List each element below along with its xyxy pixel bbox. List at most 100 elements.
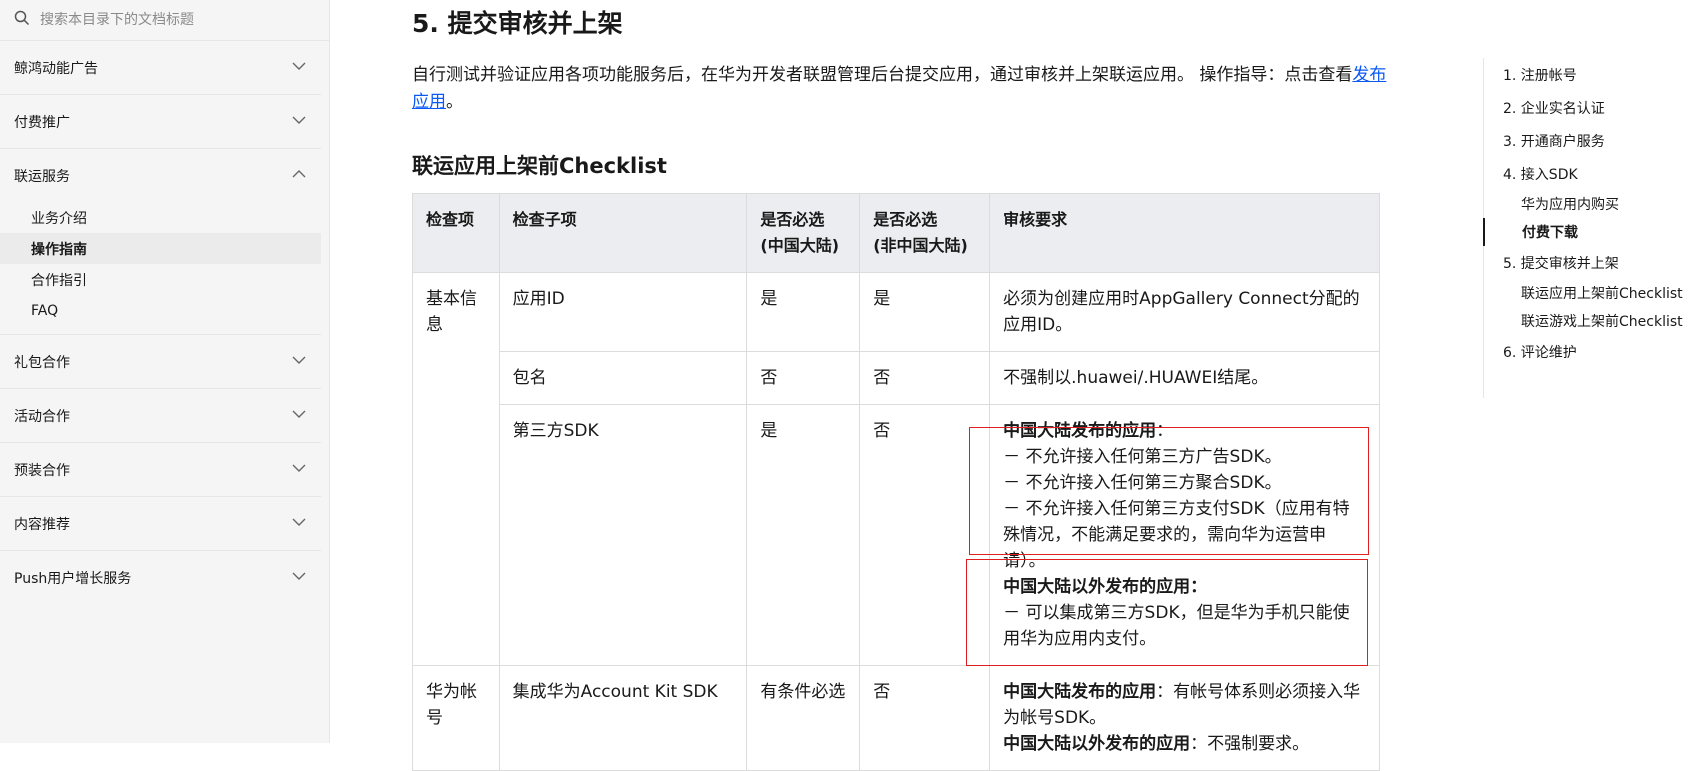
- sidebar-group-header[interactable]: 付费推广: [0, 95, 321, 148]
- table-row: 华为帐号 集成华为Account Kit SDK 有条件必选 否 中国大陆发布的…: [412, 665, 1380, 771]
- cell-non-cn: 是: [859, 272, 991, 352]
- req-cn-line: － 不允许接入任何第三方支付SDK（应用有特殊情况，不能满足要求的，需向华为运营…: [1003, 499, 1350, 571]
- header-required-non-cn-text: 是否必选 (非中国大陆): [873, 210, 968, 255]
- intro-text: 自行测试并验证应用各项功能服务后，在华为开发者联盟管理后台提交应用，通过审核并上…: [412, 65, 1353, 85]
- header-check-item: 检查项: [412, 193, 500, 273]
- table-row: 包名 否 否 不强制以.huawei/.HUAWEI结尾。: [413, 351, 1380, 405]
- sidebar-item-cooperation[interactable]: 合作指引: [0, 264, 321, 295]
- req-non-cn-title: 中国大陆以外发布的应用：: [1003, 577, 1208, 597]
- cell-non-cn: 否: [859, 404, 991, 666]
- sidebar-group-paid[interactable]: 付费推广: [0, 95, 321, 149]
- chevron-down-icon: [291, 568, 307, 588]
- req-cn-block: 中国大陆发布的应用： － 不允许接入任何第三方广告SDK。 － 不允许接入任何第…: [1003, 418, 1366, 574]
- page-title: 5. 提交审核并上架: [412, 9, 623, 38]
- cell-cn: 是: [746, 404, 861, 666]
- cell-req: 中国大陆发布的应用：有帐号体系则必须接入华为帐号SDK。 中国大陆以外发布的应用…: [989, 665, 1380, 771]
- sidebar-group-label: 预装合作: [14, 462, 70, 479]
- req-cn-title: 中国大陆发布的应用: [1003, 421, 1157, 441]
- intro-end: 。: [446, 92, 463, 112]
- header-sub-item: 检查子项: [498, 193, 748, 273]
- chevron-down-icon: [291, 514, 307, 534]
- toc-item-register[interactable]: 1. 注册帐号: [1484, 58, 1701, 91]
- sidebar-group-header[interactable]: 鲸鸿动能广告: [0, 41, 321, 94]
- cell-sub: 包名: [498, 351, 748, 405]
- sidebar-group-ad[interactable]: 鲸鸿动能广告: [0, 41, 321, 95]
- sidebar-group-label: 联运服务: [14, 168, 70, 185]
- toc-item-paid-download[interactable]: 付费下载: [1483, 218, 1701, 246]
- sidebar-group-label: 鲸鸿动能广告: [14, 60, 98, 77]
- toc-item-iap[interactable]: 华为应用内购买: [1484, 190, 1701, 218]
- sidebar-group-label: 活动合作: [14, 408, 70, 425]
- sidebar-item-guide[interactable]: 操作指南: [0, 233, 321, 264]
- chevron-down-icon: [291, 406, 307, 426]
- sidebar-group-gift[interactable]: 礼包合作: [0, 335, 321, 389]
- cell-cn: 有条件必选: [746, 665, 861, 771]
- intro-paragraph: 自行测试并验证应用各项功能服务后，在华为开发者联盟管理后台提交应用，通过审核并上…: [412, 62, 1387, 116]
- sidebar-group-activity[interactable]: 活动合作: [0, 389, 321, 443]
- header-required-non-cn: 是否必选 (非中国大陆): [859, 193, 991, 273]
- sidebar-group-header[interactable]: 内容推荐: [0, 497, 321, 550]
- search-bar: [0, 0, 329, 41]
- checklist-table: 检查项 检查子项 是否必选 (中国大陆) 是否必选 (非中国大陆) 审核要求 基…: [412, 193, 1380, 771]
- cell-item: 基本信息: [412, 272, 500, 666]
- chevron-down-icon: [291, 460, 307, 480]
- header-requirement: 审核要求: [989, 193, 1380, 273]
- search-input[interactable]: [38, 11, 302, 29]
- req-non-cn-title: 中国大陆以外发布的应用: [1003, 734, 1191, 754]
- req-cn-line: － 不允许接入任何第三方聚合SDK。: [1003, 473, 1282, 493]
- chevron-up-icon: [291, 166, 307, 186]
- cell-req: 必须为创建应用时AppGallery Connect分配的应用ID。: [989, 272, 1380, 352]
- sidebar-group-label: Push用户增长服务: [14, 570, 132, 587]
- sidebar-group-push[interactable]: Push用户增长服务: [0, 551, 321, 604]
- sidebar-group-label: 付费推广: [14, 114, 70, 131]
- table-row: 基本信息 应用ID 是 是 必须为创建应用时AppGallery Connect…: [412, 272, 1380, 666]
- req-cn-line: － 不允许接入任何第三方广告SDK。: [1003, 447, 1282, 467]
- cell-item: 华为帐号: [412, 665, 500, 771]
- req-non-cn-block: 中国大陆以外发布的应用： － 可以集成第三方SDK，但是华为手机只能使用华为应用…: [1003, 574, 1366, 652]
- cell-req: 中国大陆发布的应用： － 不允许接入任何第三方广告SDK。 － 不允许接入任何第…: [989, 404, 1380, 666]
- cell-sub: 应用ID: [498, 272, 748, 352]
- chevron-down-icon: [291, 352, 307, 372]
- sidebar-group-header[interactable]: 联运服务: [0, 149, 321, 202]
- sidebar-group-header[interactable]: 活动合作: [0, 389, 321, 442]
- sidebar-group-label: 内容推荐: [14, 516, 70, 533]
- table-header-row: 检查项 检查子项 是否必选 (中国大陆) 是否必选 (非中国大陆) 审核要求: [412, 193, 1380, 273]
- cell-non-cn: 否: [859, 351, 991, 405]
- sidebar-group-label: 礼包合作: [14, 354, 70, 371]
- cell-sub: 第三方SDK: [498, 404, 748, 666]
- header-required-cn: 是否必选 (中国大陆): [746, 193, 861, 273]
- header-required-cn-text: 是否必选 (中国大陆): [760, 210, 840, 255]
- toc-item-submit[interactable]: 5. 提交审核并上架: [1484, 246, 1701, 279]
- toc-item-game-checklist[interactable]: 联运游戏上架前Checklist: [1484, 307, 1701, 335]
- req-cn-title: 中国大陆发布的应用: [1003, 682, 1157, 702]
- sidebar-group-header[interactable]: Push用户增长服务: [0, 551, 321, 604]
- toc-item-reviews[interactable]: 6. 评论维护: [1484, 335, 1701, 368]
- cell-sub: 集成华为Account Kit SDK: [498, 665, 748, 771]
- toc-item-merchant[interactable]: 3. 开通商户服务: [1484, 124, 1701, 157]
- req-cn-colon: ：: [1156, 421, 1174, 441]
- sidebar-group-content[interactable]: 内容推荐: [0, 497, 321, 551]
- cell-req: 不强制以.huawei/.HUAWEI结尾。: [989, 351, 1380, 405]
- sidebar-group-preinstall[interactable]: 预装合作: [0, 443, 321, 497]
- table-row: 第三方SDK 是 否 中国大陆发布的应用： － 不允许接入任何第三方广告SDK。…: [413, 404, 1380, 666]
- sidebar-sub-list: 业务介绍 操作指南 合作指引 FAQ: [0, 202, 321, 334]
- toc-item-verify[interactable]: 2. 企业实名认证: [1484, 91, 1701, 124]
- checklist-heading: 联运应用上架前Checklist: [412, 154, 667, 178]
- search-icon: [14, 10, 30, 30]
- cell-cn: 是: [746, 272, 861, 352]
- toc-item-sdk[interactable]: 4. 接入SDK: [1484, 157, 1701, 190]
- table-of-contents: 1. 注册帐号 2. 企业实名认证 3. 开通商户服务 4. 接入SDK 华为应…: [1483, 58, 1701, 398]
- toc-item-app-checklist[interactable]: 联运应用上架前Checklist: [1484, 279, 1701, 307]
- sidebar-item-faq[interactable]: FAQ: [0, 295, 321, 326]
- cell-cn: 否: [746, 351, 861, 405]
- chevron-down-icon: [291, 112, 307, 132]
- sidebar: 鲸鸿动能广告 付费推广 联运服务 业务介绍 操作指南 合作指引 FAQ 礼包合作…: [0, 0, 330, 743]
- cell-non-cn: 否: [859, 665, 991, 771]
- chevron-down-icon: [291, 58, 307, 78]
- sidebar-item-intro[interactable]: 业务介绍: [0, 202, 321, 233]
- sidebar-group-header[interactable]: 预装合作: [0, 443, 321, 496]
- sidebar-group-joint[interactable]: 联运服务 业务介绍 操作指南 合作指引 FAQ: [0, 149, 321, 335]
- sidebar-group-header[interactable]: 礼包合作: [0, 335, 321, 388]
- req-non-cn-text: ：不强制要求。: [1190, 734, 1310, 754]
- req-non-cn-line: － 可以集成第三方SDK，但是华为手机只能使用华为应用内支付。: [1003, 603, 1350, 649]
